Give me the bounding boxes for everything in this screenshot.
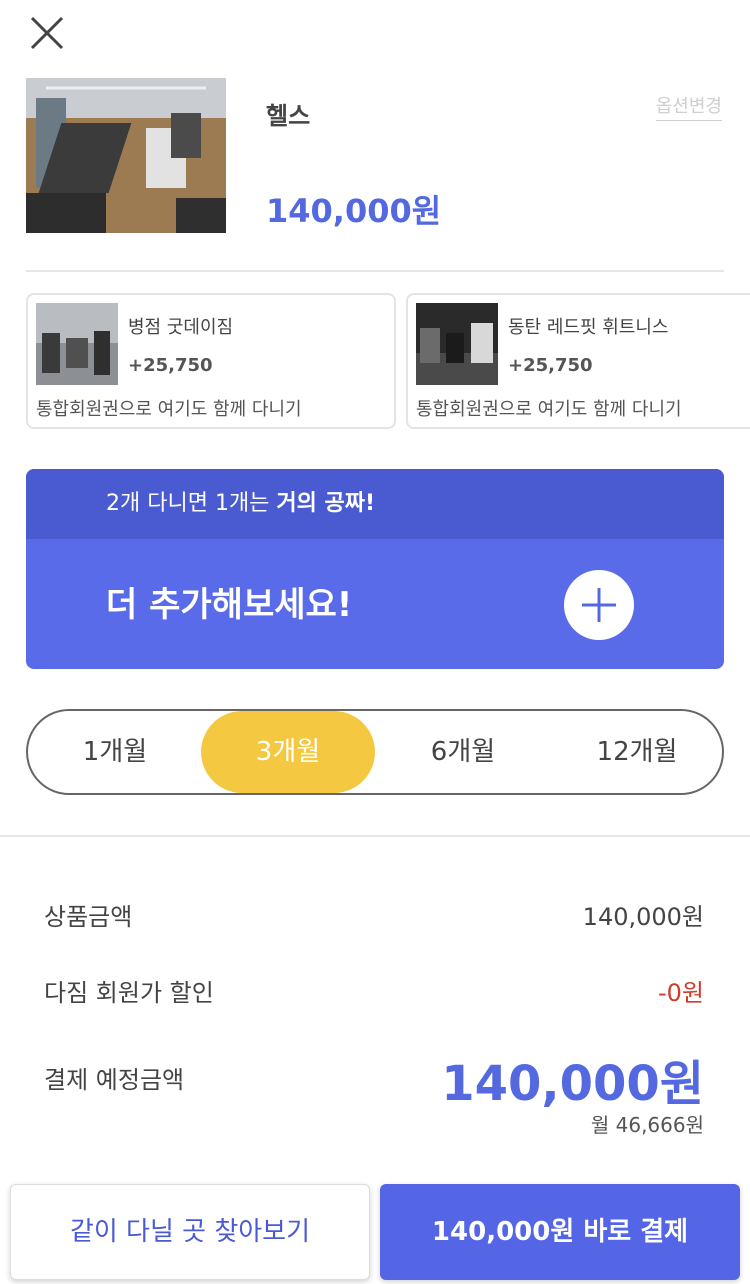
gym-name: 병점 굿데이짐 [128, 317, 234, 338]
promo-subtitle-text: 2개 다니면 1개는 [106, 491, 277, 516]
period-option-3-selected[interactable]: 3개월 [201, 711, 375, 793]
product-amount-value: 140,000원 [582, 903, 704, 931]
gym-card[interactable]: 병점 굿데이짐 +25,750 통합회원권으로 여기도 함께 다니기 [26, 293, 396, 429]
close-button[interactable] [28, 14, 66, 52]
promo-subtitle: 2개 다니면 1개는 거의 공짜! [26, 469, 724, 539]
product-amount-label: 상품금액 [44, 903, 133, 931]
product-name: 헬스 [266, 102, 311, 130]
divider [0, 835, 750, 837]
gym-card[interactable]: 동탄 레드핏 휘트니스 +25,750 통합회원권으로 여기도 함께 다니기 [406, 293, 750, 429]
plus-icon [582, 588, 616, 622]
period-option-1[interactable]: 1개월 [28, 711, 202, 793]
option-change-link[interactable]: 옵션변경 [655, 92, 722, 121]
total-amount: 140,000원 [441, 1056, 704, 1112]
period-option-6[interactable]: 6개월 [376, 711, 550, 793]
gym-price: +25,750 [128, 355, 213, 376]
gym-description: 통합회원권으로 여기도 함께 다니기 [416, 399, 682, 420]
gym-price: +25,750 [508, 355, 593, 376]
promo-title: 더 추가해보세요! [106, 585, 353, 625]
gym-image [36, 303, 118, 385]
find-together-button[interactable]: 같이 다닐 곳 찾아보기 [10, 1184, 370, 1280]
pay-now-button[interactable]: 140,000원 바로 결제 [380, 1184, 740, 1280]
monthly-amount: 월 46,666원 [590, 1113, 704, 1137]
divider [26, 270, 724, 272]
close-icon [30, 16, 64, 50]
gym-name: 동탄 레드핏 휘트니스 [508, 317, 669, 338]
product-image [26, 78, 226, 233]
period-option-12[interactable]: 12개월 [550, 711, 724, 793]
add-gym-button[interactable] [564, 570, 634, 640]
gym-description: 통합회원권으로 여기도 함께 다니기 [36, 399, 302, 420]
add-gym-banner[interactable]: 2개 다니면 1개는 거의 공짜! 더 추가해보세요! [26, 469, 724, 669]
product-price: 140,000원 [266, 192, 442, 230]
total-label: 결제 예정금액 [44, 1066, 185, 1094]
discount-value: -0원 [657, 979, 704, 1007]
gym-image [416, 303, 498, 385]
promo-subtitle-bold: 거의 공짜! [276, 491, 376, 516]
period-selector: 1개월 3개월 6개월 12개월 [26, 709, 724, 795]
discount-label: 다짐 회원가 할인 [44, 979, 214, 1007]
